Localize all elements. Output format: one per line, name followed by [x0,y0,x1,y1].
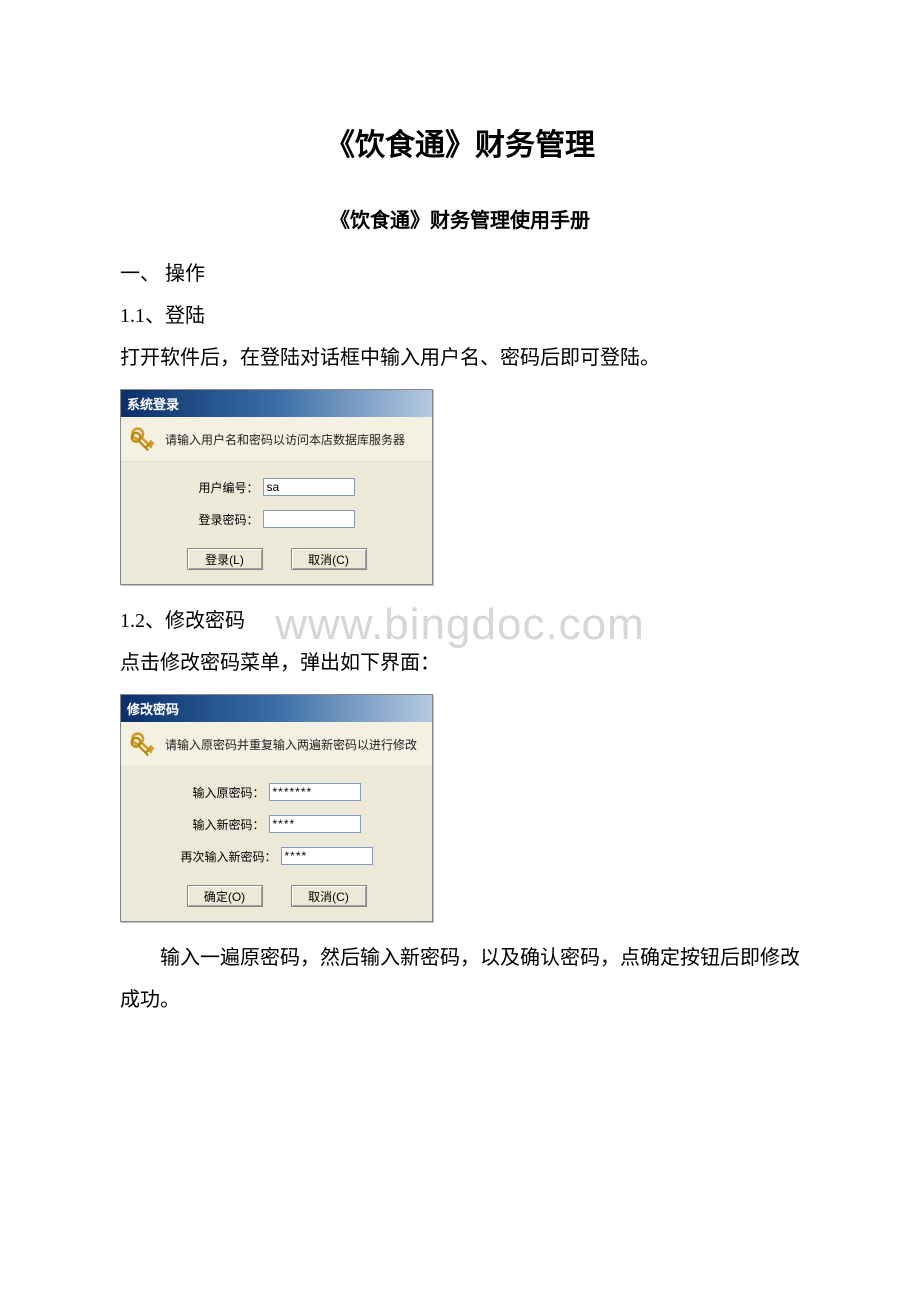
paragraph-3: 输入一遍原密码，然后输入新密码，以及确认密码，点确定按钮后即修改成功。 [120,937,800,1021]
section-1-1-heading: 1.1、登陆 [120,295,800,337]
paragraph-1: 打开软件后，在登陆对话框中输入用户名、密码后即可登陆。 [120,337,800,379]
confirm-password-input[interactable]: **** [281,847,373,865]
doc-title: 《饮食通》财务管理 [120,120,800,164]
section-1-2-heading: 1.2、修改密码 [120,600,800,642]
change-password-title: 修改密码 [121,695,432,722]
login-password-input[interactable] [263,510,355,528]
login-button[interactable]: 登录(L) [187,548,263,570]
keys-icon [129,425,157,453]
keys-icon [129,730,157,758]
change-password-hint-text: 请输入原密码并重复输入两遍新密码以进行修改 [165,736,417,753]
login-cancel-button[interactable]: 取消(C) [291,548,367,570]
old-password-input[interactable]: ******* [269,783,361,801]
section-1-heading: 一、 操作 [120,253,800,295]
login-password-label: 登录密码： [198,511,258,528]
ok-button[interactable]: 确定(O) [187,885,263,907]
login-hint-text: 请输入用户名和密码以访问本店数据库服务器 [165,431,405,448]
change-password-dialog: 修改密码 请输入原密码并重复输入两遍新密码以进行修改 输入原密码： ******… [120,694,433,922]
old-password-label: 输入原密码： [192,784,264,801]
change-password-cancel-button[interactable]: 取消(C) [291,885,367,907]
new-password-label: 输入新密码： [192,816,264,833]
login-dialog-title: 系统登录 [121,390,432,417]
user-id-label: 用户编号： [198,479,258,496]
paragraph-2: 点击修改密码菜单，弹出如下界面： [120,642,800,684]
confirm-password-label: 再次输入新密码： [180,848,276,865]
login-dialog: 系统登录 请输入用户名和密码以访问本店数据库服务器 用户编号： 登录密码： 登录… [120,389,433,585]
doc-subtitle: 《饮食通》财务管理使用手册 [120,204,800,233]
new-password-input[interactable]: **** [269,815,361,833]
user-id-input[interactable] [263,478,355,496]
